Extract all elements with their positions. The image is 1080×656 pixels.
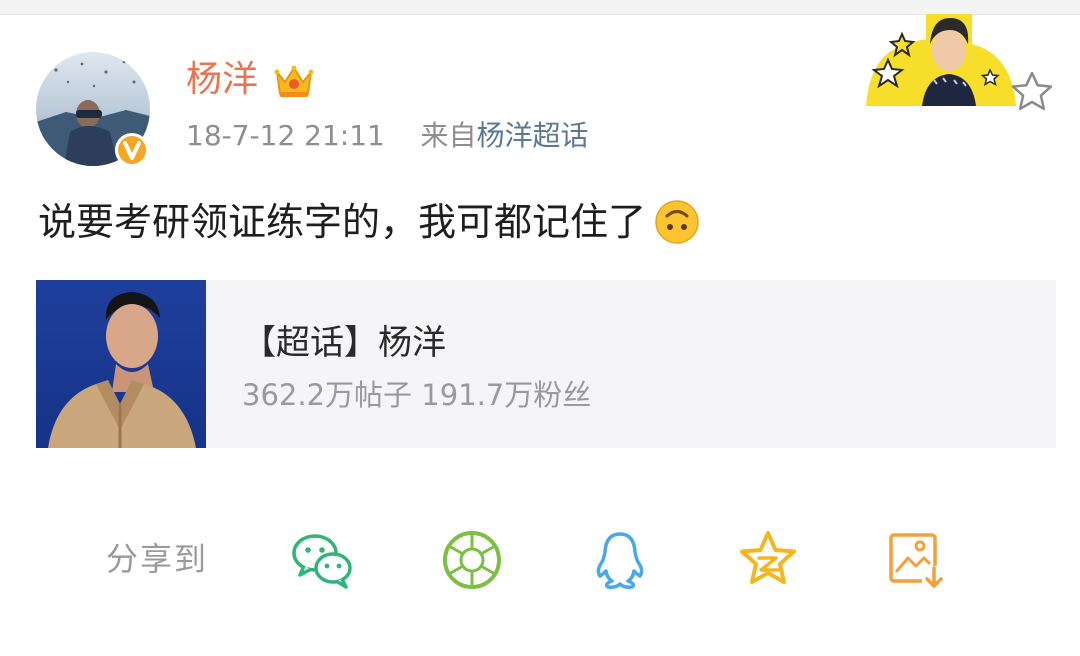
top-divider (0, 0, 1080, 15)
source-prefix: 来自 (420, 119, 477, 152)
topic-title: 【超话】杨洋 (242, 323, 446, 363)
topic-card[interactable]: 【超话】杨洋 362.2万帖子 191.7万粉丝 (36, 280, 1056, 448)
moments-icon[interactable] (440, 528, 504, 592)
post-meta: 18-7-12 21:11 来自杨洋超话 (186, 118, 589, 154)
topic-thumbnail-image (36, 280, 206, 448)
card-decoration-image (866, 14, 1016, 106)
share-label: 分享到 (106, 540, 209, 578)
post-text: 说要考研领证练字的，我可都记住了 (38, 200, 647, 244)
save-image-icon[interactable] (884, 528, 948, 592)
upside-down-face-icon (655, 199, 699, 244)
favorite-star-icon[interactable] (1010, 70, 1054, 112)
qzone-icon[interactable] (736, 528, 800, 592)
source-link[interactable]: 杨洋超话 (477, 119, 589, 152)
wechat-icon[interactable] (290, 528, 354, 592)
qq-icon[interactable] (588, 528, 652, 592)
post-body: 说要考研领证练字的，我可都记住了 (38, 196, 700, 248)
post-timestamp: 18-7-12 21:11 (186, 119, 385, 152)
topic-stats: 362.2万帖子 191.7万粉丝 (242, 378, 592, 412)
verified-badge-icon (115, 133, 149, 167)
crown-badge-icon (274, 65, 314, 97)
author-name[interactable]: 杨洋 (186, 58, 258, 102)
